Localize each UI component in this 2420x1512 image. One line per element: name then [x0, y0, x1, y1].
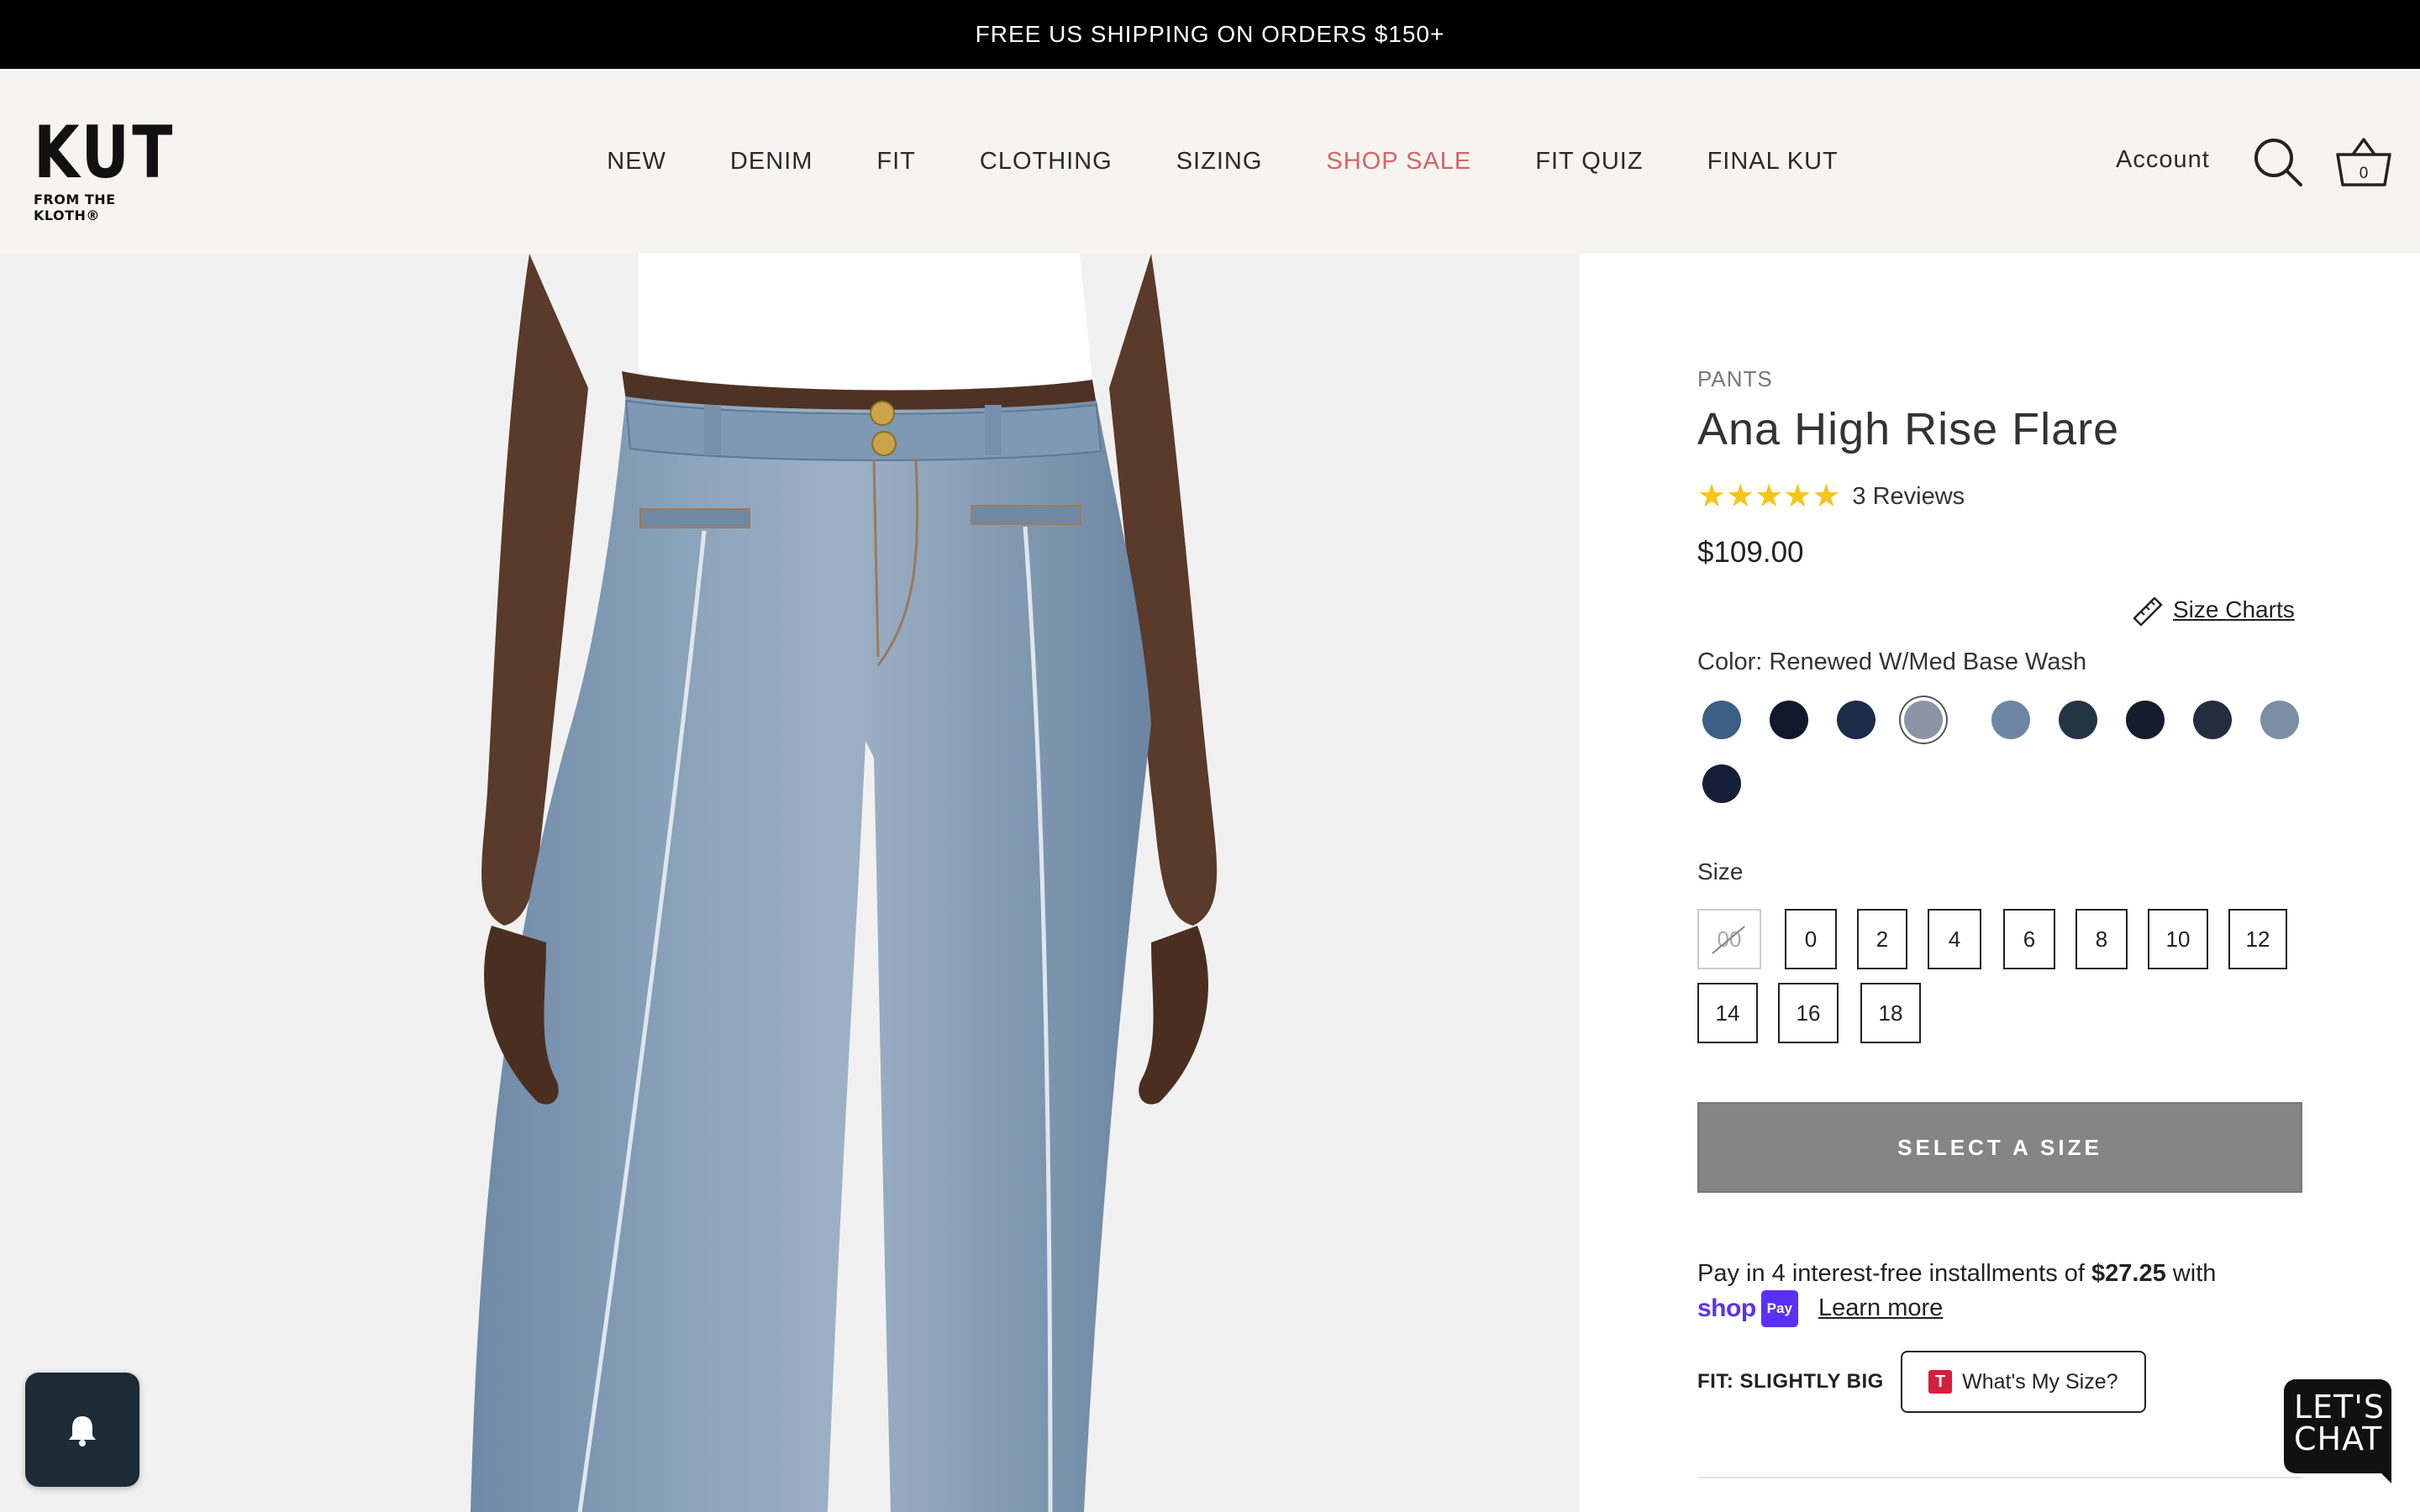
learn-more-link[interactable]: Learn more	[1818, 1294, 1943, 1321]
size-option-10[interactable]: 10	[2148, 909, 2208, 969]
fit-label: FIT: SLIGHTLY BIG	[1697, 1370, 1884, 1393]
reviews-link[interactable]: 3 Reviews	[1852, 483, 1965, 511]
whats-my-size-button[interactable]: T What's My Size?	[1900, 1351, 2146, 1413]
product-title: Ana High Rise Flare	[1697, 404, 2120, 454]
size-option-00[interactable]: 00	[1697, 909, 1761, 969]
promo-banner: FREE US SHIPPING ON ORDERS $150+	[0, 0, 2420, 69]
color-swatch[interactable]	[1702, 701, 1741, 739]
product-gallery	[0, 254, 1580, 1512]
color-label: Color: Renewed W/Med Base Wash	[1697, 648, 2087, 675]
basket-icon: 0	[2336, 138, 2391, 186]
color-swatch[interactable]	[1770, 701, 1808, 739]
size-option-14[interactable]: 14	[1697, 983, 1758, 1043]
size-option-4[interactable]: 4	[1928, 909, 1981, 969]
whats-my-size-label: What's My Size?	[1962, 1369, 2118, 1394]
nav-item-shop-sale[interactable]: SHOP SALE	[1326, 148, 1471, 176]
installments-info: Pay in 4 interest-free installments of $…	[1697, 1257, 2302, 1327]
notification-bell-button[interactable]	[25, 1373, 139, 1487]
main-nav: NEW DENIM FIT CLOTHING SIZING SHOP SALE FIT QU…	[0, 69, 2420, 254]
shop-pay-wordmark: shop	[1697, 1294, 1756, 1322]
star-icon: ★	[1697, 479, 1727, 514]
fit-row: FIT: SLIGHTLY BIG T What's My Size?	[1697, 1351, 2146, 1413]
color-swatch[interactable]	[1991, 701, 2030, 739]
nav-item-denim[interactable]: DENIM	[730, 148, 813, 176]
nav-item-fit[interactable]: FIT	[876, 148, 916, 176]
logo-tagline: FROM THE KLOTH®	[34, 192, 116, 223]
color-swatch[interactable]	[1702, 764, 1741, 803]
size-option-2[interactable]: 2	[1857, 909, 1907, 969]
color-swatch[interactable]	[2126, 701, 2165, 739]
bell-icon	[69, 1416, 96, 1446]
promo-text: FREE US SHIPPING ON ORDERS $150+	[975, 21, 1445, 47]
cart-button[interactable]: 0	[2334, 133, 2393, 190]
nav-item-clothing[interactable]: CLOTHING	[980, 148, 1113, 176]
size-option-16[interactable]: 16	[1778, 983, 1839, 1043]
star-icon: ★	[1754, 479, 1784, 514]
ruler-icon	[2133, 596, 2163, 627]
nav-item-new[interactable]: NEW	[607, 148, 666, 176]
rating-row[interactable]: ★ ★ ★ ★ ★ 3 Reviews	[1697, 480, 1965, 512]
star-icon: ★	[1812, 479, 1841, 514]
size-charts-label: Size Charts	[2173, 596, 2295, 622]
size-option-18[interactable]: 18	[1860, 983, 1921, 1043]
logo-wordmark: KUT	[34, 111, 176, 195]
product-price: $109.00	[1697, 536, 1804, 569]
size-option-12[interactable]: 12	[2228, 909, 2287, 969]
chat-label-line2: CHAT	[2294, 1420, 2383, 1457]
shop-pay-badge: Pay	[1760, 1290, 1798, 1327]
color-swatch[interactable]	[2193, 701, 2232, 739]
search-icon[interactable]	[2250, 134, 2304, 188]
nav-item-final-kut[interactable]: FINAL KUT	[1707, 148, 1839, 176]
product-category: PANTS	[1697, 366, 1773, 391]
divider	[1697, 1477, 2302, 1478]
select-size-button[interactable]: SELECT A SIZE	[1697, 1102, 2302, 1193]
shop-pay-logo: shop Pay	[1697, 1290, 1798, 1327]
size-option-6[interactable]: 6	[2003, 909, 2055, 969]
lets-chat-button[interactable]: LET'S CHAT	[2284, 1379, 2391, 1483]
size-charts-link[interactable]: Size Charts	[2131, 593, 2295, 627]
size-label: Size	[1697, 858, 1744, 885]
color-swatch[interactable]	[2059, 701, 2097, 739]
chat-bubble-tail	[2366, 1458, 2391, 1483]
color-swatch[interactable]	[1904, 701, 1943, 739]
color-swatch[interactable]	[2260, 701, 2299, 739]
color-swatch[interactable]	[1837, 701, 1876, 739]
size-option-0[interactable]: 0	[1785, 909, 1837, 969]
star-icon: ★	[1783, 479, 1812, 514]
size-option-8[interactable]: 8	[2075, 909, 2128, 969]
account-link[interactable]: Account	[2116, 146, 2210, 174]
star-icon: ★	[1726, 479, 1755, 514]
nav-item-sizing[interactable]: SIZING	[1176, 148, 1263, 176]
pay-amount: $27.25	[2091, 1260, 2166, 1287]
cart-count: 0	[2360, 165, 2369, 182]
kut-logo[interactable]: KUT FROM THE KLOTH®	[34, 111, 176, 223]
pay-suffix: with	[2165, 1260, 2217, 1287]
chat-label-line1: LET'S	[2294, 1389, 2385, 1425]
truefit-icon: T	[1928, 1370, 1953, 1394]
site-header: KUT FROM THE KLOTH® NEW DENIM FIT CLOTHING S…	[0, 69, 2420, 254]
nav-item-fit-quiz[interactable]: FIT QUIZ	[1535, 148, 1643, 176]
pay-prefix: Pay in 4 interest-free installments of	[1697, 1260, 2092, 1287]
product-main-image	[0, 254, 1580, 1512]
